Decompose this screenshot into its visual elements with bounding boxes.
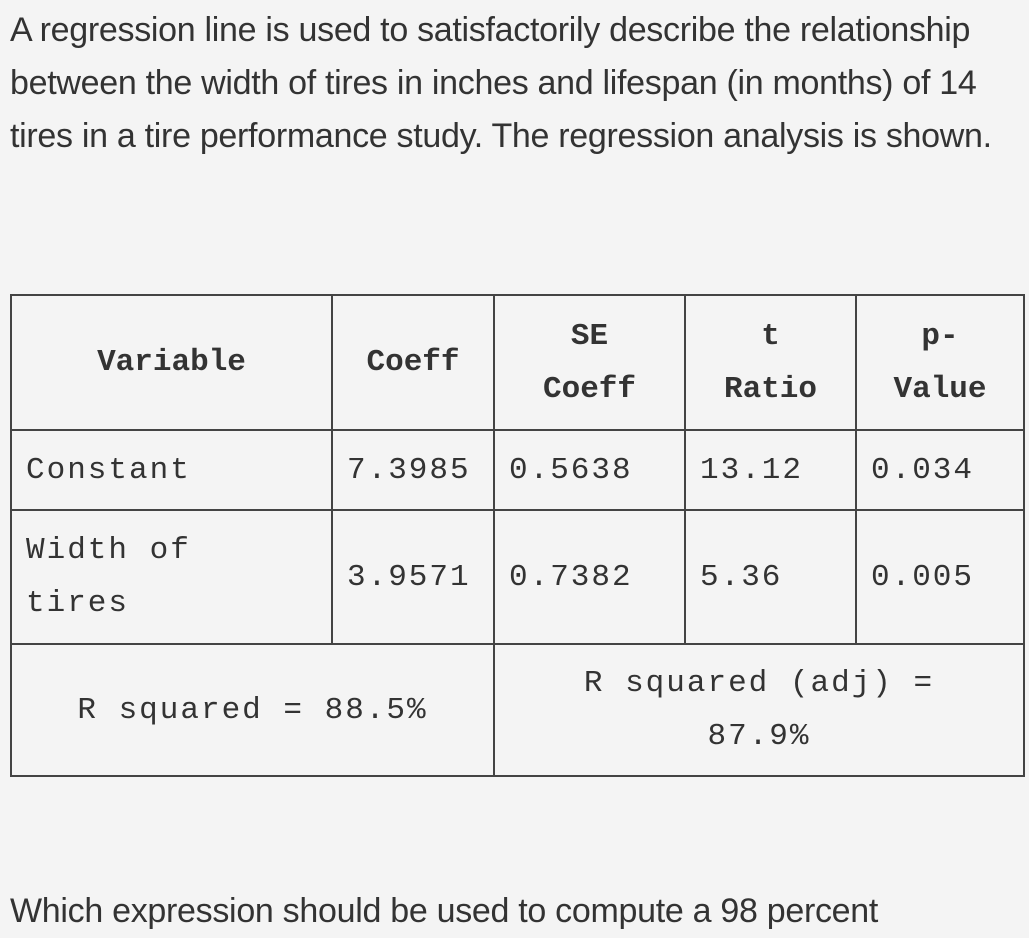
cell-variable: Constant: [10, 429, 333, 511]
r-squared-adj-cell: R squared (adj) = 87.9%: [493, 643, 1025, 777]
header-se-coeff: SE Coeff: [493, 294, 686, 431]
r-squared-row: R squared = 88.5% R squared (adj) = 87.9…: [10, 643, 1025, 777]
cell-t-ratio: 5.36: [684, 509, 857, 645]
cell-se-coeff: 0.5638: [493, 429, 686, 511]
cell-se-coeff: 0.7382: [493, 509, 686, 645]
table-header-row: Variable Coeff SE Coeff t Ratio p- Value: [10, 294, 1025, 431]
cell-coeff: 7.3985: [331, 429, 495, 511]
cell-variable: Width of tires: [10, 509, 333, 645]
intro-paragraph: A regression line is used to satisfactor…: [10, 11, 992, 155]
question-text: Which expression should be used to compu…: [10, 892, 879, 930]
cell-coeff: 3.9571: [331, 509, 495, 645]
r-squared-adj-line2: 87.9%: [707, 719, 811, 754]
cell-variable-line1: Width of: [26, 533, 191, 568]
header-p-value-line1: p-: [921, 318, 959, 354]
header-se-coeff-line1: SE: [570, 318, 609, 354]
r-squared-cell: R squared = 88.5%: [10, 643, 495, 777]
cell-p-value: 0.005: [855, 509, 1025, 645]
header-variable: Variable: [10, 294, 333, 431]
cell-variable-line2: tires: [26, 586, 130, 621]
cell-t-ratio: 13.12: [684, 429, 857, 511]
header-p-value-line2: Value: [893, 371, 987, 407]
r-squared-adj-line1: R squared (adj) =: [583, 666, 935, 701]
cell-p-value: 0.034: [855, 429, 1025, 511]
header-t-ratio-line2: Ratio: [723, 371, 817, 407]
header-t-ratio: t Ratio: [684, 294, 857, 431]
header-coeff: Coeff: [331, 294, 495, 431]
header-p-value: p- Value: [855, 294, 1025, 431]
regression-table: Variable Coeff SE Coeff t Ratio p- Value…: [10, 294, 1025, 777]
table-row: Width of tires 3.9571 0.7382 5.36 0.005: [10, 509, 1025, 645]
header-t-ratio-line1: t: [761, 318, 780, 354]
header-se-coeff-line2: Coeff: [542, 371, 636, 407]
table-row: Constant 7.3985 0.5638 13.12 0.034: [10, 429, 1025, 511]
